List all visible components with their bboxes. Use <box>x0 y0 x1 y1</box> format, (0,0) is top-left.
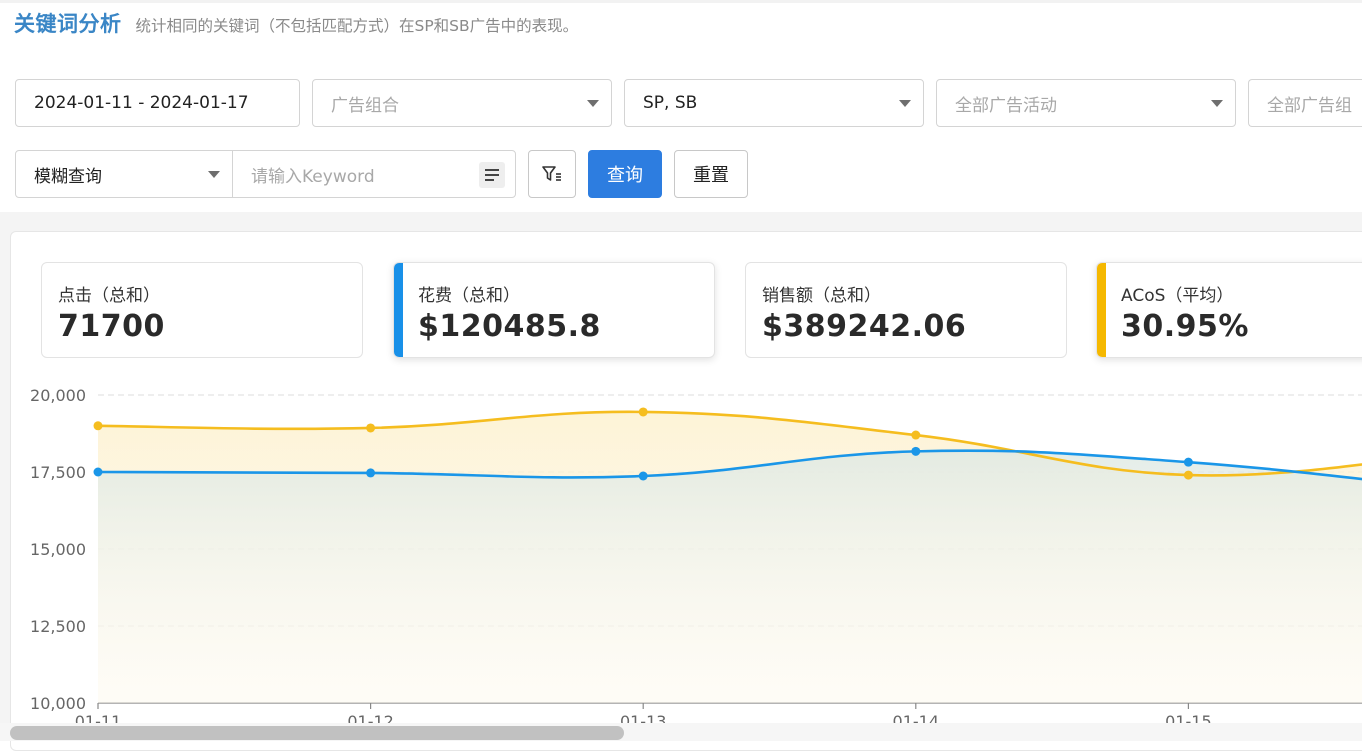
keyword-placeholder: 请输入Keyword <box>251 166 375 187</box>
page-title: 关键词分析 <box>14 12 122 36</box>
match-mode-select[interactable]: 模糊查询 <box>15 150 233 198</box>
page-subtitle: 统计相同的关键词（不包括匹配方式）在SP和SB广告中的表现。 <box>135 17 579 35</box>
portfolio-placeholder: 广告组合 <box>331 95 399 116</box>
metric-value: 30.95% <box>1121 309 1249 344</box>
metric-label: 花费（总和） <box>418 286 520 306</box>
campaign-select[interactable]: 全部广告活动 <box>936 79 1236 127</box>
data-point[interactable] <box>911 446 921 456</box>
chevron-down-icon <box>587 100 599 107</box>
line-chart: 20,00017,50015,00012,50010,000 01-11 01-1… <box>30 386 1362 725</box>
match-mode-value: 模糊查询 <box>34 166 102 187</box>
keyword-input[interactable]: 请输入Keyword <box>232 150 516 198</box>
search-button[interactable]: 查询 <box>588 150 662 198</box>
metric-accent-bar <box>394 263 403 357</box>
metric-card-spend[interactable]: 花费（总和） $120485.8 <box>393 262 715 358</box>
data-point[interactable] <box>366 423 376 433</box>
y-tick-label: 10,000 <box>30 694 86 713</box>
horizontal-scrollbar-thumb[interactable] <box>10 726 624 740</box>
date-range-picker[interactable]: 2024-01-11 - 2024-01-17 <box>15 79 300 127</box>
metric-label: 点击（总和） <box>58 286 160 306</box>
page-header: 关键词分析 统计相同的关键词（不包括匹配方式）在SP和SB广告中的表现。 <box>14 8 578 40</box>
data-point[interactable] <box>93 421 103 431</box>
ad-type-value: SP, SB <box>643 93 698 113</box>
data-point[interactable] <box>1183 470 1193 480</box>
series-area <box>98 450 1362 703</box>
metric-card-acos[interactable]: ACoS（平均） 30.95% <box>1096 262 1362 358</box>
filter-icon-button[interactable] <box>528 150 576 198</box>
metric-accent-bar <box>1097 263 1106 357</box>
y-tick-label: 20,000 <box>30 386 86 405</box>
data-point[interactable] <box>366 468 376 478</box>
metric-value: $389242.06 <box>762 309 967 344</box>
chevron-down-icon <box>208 171 220 178</box>
data-point[interactable] <box>1183 457 1193 467</box>
reset-button[interactable]: 重置 <box>674 150 748 198</box>
metric-label: 销售额（总和） <box>762 286 881 306</box>
ad-type-select[interactable]: SP, SB <box>624 79 924 127</box>
metric-value: $120485.8 <box>418 309 601 344</box>
date-range-value: 2024-01-11 - 2024-01-17 <box>34 93 249 113</box>
metric-label: ACoS（平均） <box>1121 286 1234 306</box>
portfolio-select[interactable]: 广告组合 <box>312 79 612 127</box>
y-tick-label: 17,500 <box>30 463 86 482</box>
ad-group-placeholder: 全部广告组 <box>1267 95 1352 116</box>
chevron-down-icon <box>899 100 911 107</box>
y-tick-label: 15,000 <box>30 540 86 559</box>
data-point[interactable] <box>911 430 921 440</box>
campaign-placeholder: 全部广告活动 <box>955 95 1057 116</box>
data-point[interactable] <box>638 471 648 481</box>
metric-card-sales[interactable]: 销售额（总和） $389242.06 <box>745 262 1067 358</box>
metric-card-clicks[interactable]: 点击（总和） 71700 <box>41 262 363 358</box>
multi-line-input-icon[interactable] <box>479 162 505 188</box>
y-axis-labels: 20,000 17,500 15,000 12,500 10,000 <box>30 386 86 713</box>
top-divider <box>0 0 1362 3</box>
chevron-down-icon <box>1211 100 1223 107</box>
y-tick-label: 12,500 <box>30 617 86 636</box>
metric-value: 71700 <box>58 309 165 344</box>
chart-areas <box>98 411 1362 703</box>
filter-icon <box>542 166 561 181</box>
ad-group-select[interactable]: 全部广告组 <box>1248 79 1362 127</box>
data-point[interactable] <box>93 467 103 477</box>
data-point[interactable] <box>638 407 648 417</box>
